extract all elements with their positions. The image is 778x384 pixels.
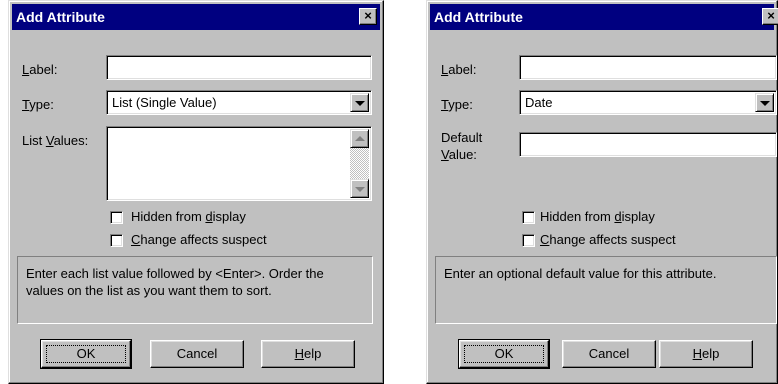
chevron-down-icon[interactable] — [350, 93, 369, 112]
change-affects-suspect-checkbox[interactable] — [522, 234, 535, 247]
type-selected-value: Date — [525, 95, 553, 110]
hidden-from-display-checkbox[interactable] — [522, 211, 535, 224]
scroll-down-icon[interactable] — [350, 179, 369, 198]
change-affects-suspect-checkbox[interactable] — [110, 234, 123, 247]
title-bar[interactable]: Add Attribute × — [430, 4, 778, 30]
title-bar[interactable]: Add Attribute × — [12, 4, 380, 30]
label-caption: Label: — [441, 62, 477, 77]
hidden-from-display-label[interactable]: Hidden from display — [131, 209, 246, 224]
cancel-button[interactable]: Cancel — [562, 340, 656, 368]
add-attribute-dialog-date: Add Attribute × Label: Type: Date Defaul… — [426, 0, 778, 384]
default-value-caption: Default Value: — [441, 130, 483, 162]
label-input[interactable] — [519, 55, 777, 80]
hidden-from-display-checkbox[interactable] — [110, 211, 123, 224]
chevron-down-icon[interactable] — [755, 93, 774, 112]
dialog-title: Add Attribute — [16, 9, 105, 25]
type-select[interactable]: List (Single Value) — [106, 90, 372, 115]
scroll-up-icon[interactable] — [350, 129, 369, 148]
label-input[interactable] — [106, 55, 372, 80]
help-button[interactable]: Help — [261, 340, 355, 368]
change-affects-suspect-label[interactable]: Change affects suspect — [131, 232, 267, 247]
change-affects-suspect-label[interactable]: Change affects suspect — [540, 232, 676, 247]
hint-text: Enter each list value followed by <Enter… — [17, 256, 373, 324]
scrollbar-track[interactable] — [350, 148, 369, 179]
type-caption: Type: — [441, 97, 473, 112]
label-caption: Label: — [22, 62, 58, 77]
default-value-input[interactable] — [519, 132, 777, 157]
type-select[interactable]: Date — [519, 90, 777, 115]
list-values-textarea[interactable] — [106, 126, 372, 201]
help-button[interactable]: Help — [659, 340, 753, 368]
type-selected-value: List (Single Value) — [112, 95, 217, 110]
hidden-from-display-label[interactable]: Hidden from display — [540, 209, 655, 224]
hint-text: Enter an optional default value for this… — [435, 256, 777, 324]
ok-button[interactable]: OK — [458, 339, 550, 369]
close-icon[interactable]: × — [359, 8, 377, 25]
dialog-title: Add Attribute — [434, 9, 523, 25]
close-icon[interactable]: × — [762, 8, 778, 25]
list-values-caption: List Values: — [22, 133, 89, 148]
ok-button[interactable]: OK — [40, 339, 132, 369]
type-caption: Type: — [22, 97, 54, 112]
add-attribute-dialog-list: Add Attribute × Label: Type: List (Singl… — [8, 0, 384, 384]
cancel-button[interactable]: Cancel — [150, 340, 244, 368]
